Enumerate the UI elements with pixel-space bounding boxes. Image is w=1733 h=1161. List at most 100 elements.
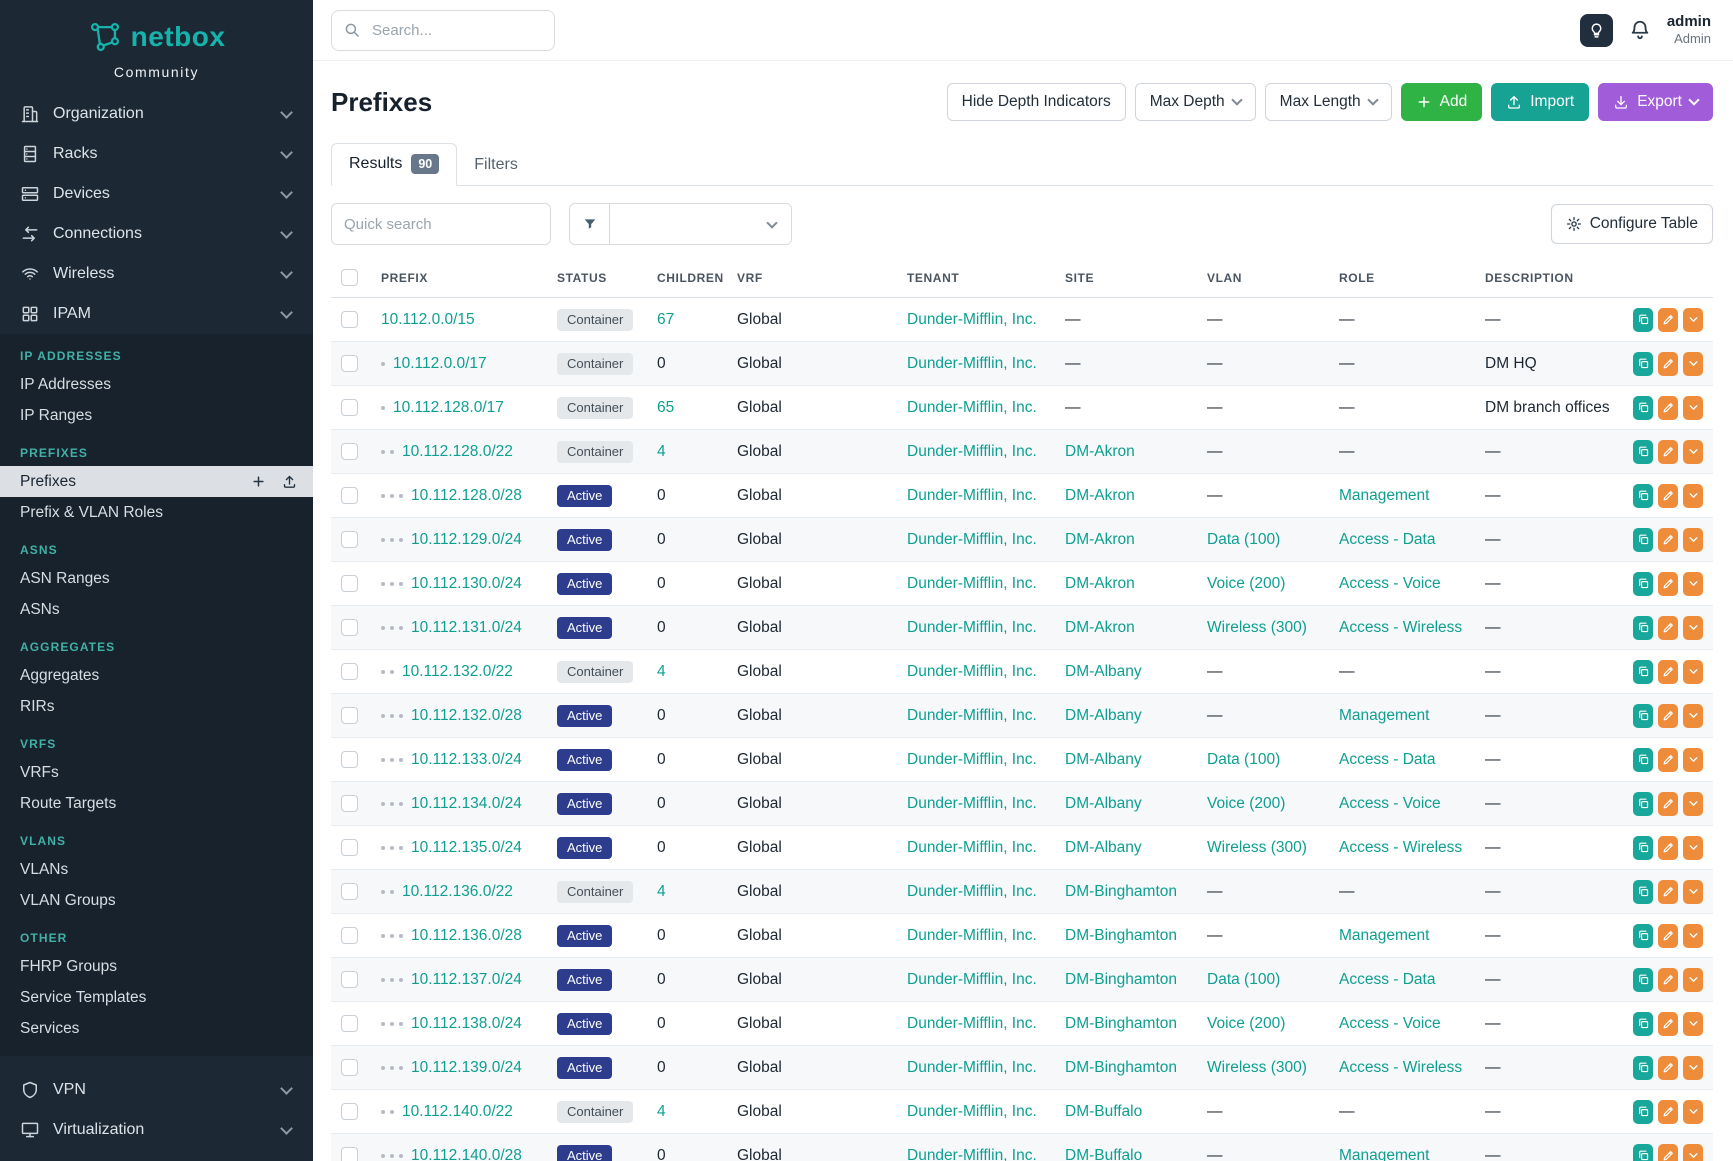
column-header-vlan[interactable]: VLAN — [1197, 261, 1329, 298]
copy-button[interactable] — [1633, 1056, 1653, 1080]
site-link[interactable]: DM-Albany — [1065, 663, 1142, 680]
prefix-link[interactable]: 10.112.0.0/17 — [393, 355, 487, 373]
children-count[interactable]: 4 — [657, 663, 666, 680]
row-checkbox[interactable] — [341, 1059, 358, 1076]
theme-toggle-button[interactable] — [1580, 14, 1613, 47]
quick-add-button[interactable] — [248, 472, 268, 492]
sidebar-item-asns[interactable]: ASNs — [0, 594, 313, 625]
prefix-link[interactable]: 10.112.139.0/24 — [411, 1059, 522, 1077]
tenant-link[interactable]: Dunder-Mifflin, Inc. — [907, 443, 1037, 460]
row-dropdown-button[interactable] — [1683, 616, 1703, 640]
row-checkbox[interactable] — [341, 531, 358, 548]
prefix-link[interactable]: 10.112.128.0/22 — [402, 443, 513, 461]
role-link[interactable]: Access - Voice — [1339, 795, 1441, 812]
import-button[interactable]: Import — [1491, 83, 1589, 121]
row-dropdown-button[interactable] — [1683, 836, 1703, 860]
role-link[interactable]: Access - Wireless — [1339, 1059, 1462, 1076]
prefix-link[interactable]: 10.112.140.0/28 — [411, 1147, 522, 1161]
sidebar-item-prefix-vlan-roles[interactable]: Prefix & VLAN Roles — [0, 497, 313, 528]
add-button[interactable]: Add — [1401, 83, 1483, 121]
copy-button[interactable] — [1633, 396, 1653, 420]
prefix-link[interactable]: 10.112.128.0/17 — [393, 399, 504, 417]
select-all-checkbox[interactable] — [341, 269, 358, 286]
tenant-link[interactable]: Dunder-Mifflin, Inc. — [907, 971, 1037, 988]
sidebar-item-asn-ranges[interactable]: ASN Ranges — [0, 563, 313, 594]
site-link[interactable]: DM-Akron — [1065, 531, 1135, 548]
copy-button[interactable] — [1633, 1144, 1653, 1161]
edit-button[interactable] — [1658, 484, 1678, 508]
edit-button[interactable] — [1658, 1012, 1678, 1036]
sidebar-item-prefixes[interactable]: Prefixes — [0, 466, 313, 497]
tenant-link[interactable]: Dunder-Mifflin, Inc. — [907, 927, 1037, 944]
edit-button[interactable] — [1658, 572, 1678, 596]
row-checkbox[interactable] — [341, 1015, 358, 1032]
prefix-link[interactable]: 10.112.136.0/28 — [411, 927, 522, 945]
copy-button[interactable] — [1633, 572, 1653, 596]
edit-button[interactable] — [1658, 440, 1678, 464]
edit-button[interactable] — [1658, 792, 1678, 816]
tenant-link[interactable]: Dunder-Mifflin, Inc. — [907, 575, 1037, 592]
user-menu[interactable]: admin Admin — [1667, 13, 1711, 48]
row-dropdown-button[interactable] — [1683, 308, 1703, 332]
tenant-link[interactable]: Dunder-Mifflin, Inc. — [907, 1059, 1037, 1076]
role-link[interactable]: Access - Wireless — [1339, 619, 1462, 636]
site-link[interactable]: DM-Binghamton — [1065, 883, 1177, 900]
copy-button[interactable] — [1633, 704, 1653, 728]
edit-button[interactable] — [1658, 924, 1678, 948]
children-count[interactable]: 4 — [657, 443, 666, 460]
row-checkbox[interactable] — [341, 1103, 358, 1120]
sidebar-item-fhrp-groups[interactable]: FHRP Groups — [0, 951, 313, 982]
copy-button[interactable] — [1633, 352, 1653, 376]
vlan-link[interactable]: Voice (200) — [1207, 1015, 1285, 1032]
tab-results[interactable]: Results 90 — [331, 143, 457, 186]
sidebar-item-rirs[interactable]: RIRs — [0, 691, 313, 722]
site-link[interactable]: DM-Binghamton — [1065, 971, 1177, 988]
vlan-link[interactable]: Data (100) — [1207, 751, 1280, 768]
row-checkbox[interactable] — [341, 751, 358, 768]
tenant-link[interactable]: Dunder-Mifflin, Inc. — [907, 663, 1037, 680]
copy-button[interactable] — [1633, 924, 1653, 948]
row-checkbox[interactable] — [341, 443, 358, 460]
tab-filters[interactable]: Filters — [457, 146, 535, 185]
configure-table-button[interactable]: Configure Table — [1551, 204, 1713, 244]
row-dropdown-button[interactable] — [1683, 572, 1703, 596]
row-checkbox[interactable] — [341, 487, 358, 504]
site-link[interactable]: DM-Binghamton — [1065, 1059, 1177, 1076]
sidebar-item-route-targets[interactable]: Route Targets — [0, 788, 313, 819]
column-header-vrf[interactable]: VRF — [727, 261, 897, 298]
sidebar-item-vrfs[interactable]: VRFs — [0, 757, 313, 788]
sidebar-item-vpn[interactable]: VPN — [0, 1070, 313, 1110]
edit-button[interactable] — [1658, 1100, 1678, 1124]
site-link[interactable]: DM-Buffalo — [1065, 1147, 1142, 1161]
row-dropdown-button[interactable] — [1683, 924, 1703, 948]
site-link[interactable]: DM-Buffalo — [1065, 1103, 1142, 1120]
children-count[interactable]: 4 — [657, 1103, 666, 1120]
vlan-link[interactable]: Voice (200) — [1207, 575, 1285, 592]
tenant-link[interactable]: Dunder-Mifflin, Inc. — [907, 355, 1037, 372]
prefix-link[interactable]: 10.112.0.0/15 — [381, 311, 475, 329]
sidebar-item-aggregates[interactable]: Aggregates — [0, 660, 313, 691]
site-link[interactable]: DM-Akron — [1065, 619, 1135, 636]
vlan-link[interactable]: Wireless (300) — [1207, 839, 1307, 856]
row-dropdown-button[interactable] — [1683, 528, 1703, 552]
copy-button[interactable] — [1633, 528, 1653, 552]
prefix-link[interactable]: 10.112.128.0/28 — [411, 487, 522, 505]
site-link[interactable]: DM-Akron — [1065, 487, 1135, 504]
column-header-description[interactable]: Description — [1475, 261, 1623, 298]
tenant-link[interactable]: Dunder-Mifflin, Inc. — [907, 531, 1037, 548]
row-checkbox[interactable] — [341, 663, 358, 680]
row-dropdown-button[interactable] — [1683, 440, 1703, 464]
row-dropdown-button[interactable] — [1683, 660, 1703, 684]
tenant-link[interactable]: Dunder-Mifflin, Inc. — [907, 399, 1037, 416]
row-checkbox[interactable] — [341, 707, 358, 724]
copy-button[interactable] — [1633, 792, 1653, 816]
copy-button[interactable] — [1633, 968, 1653, 992]
row-dropdown-button[interactable] — [1683, 1056, 1703, 1080]
row-checkbox[interactable] — [341, 399, 358, 416]
copy-button[interactable] — [1633, 1012, 1653, 1036]
edit-button[interactable] — [1658, 396, 1678, 420]
prefix-link[interactable]: 10.112.132.0/28 — [411, 707, 522, 725]
row-dropdown-button[interactable] — [1683, 1100, 1703, 1124]
sidebar-item-ip-ranges[interactable]: IP Ranges — [0, 400, 313, 431]
row-checkbox[interactable] — [341, 927, 358, 944]
